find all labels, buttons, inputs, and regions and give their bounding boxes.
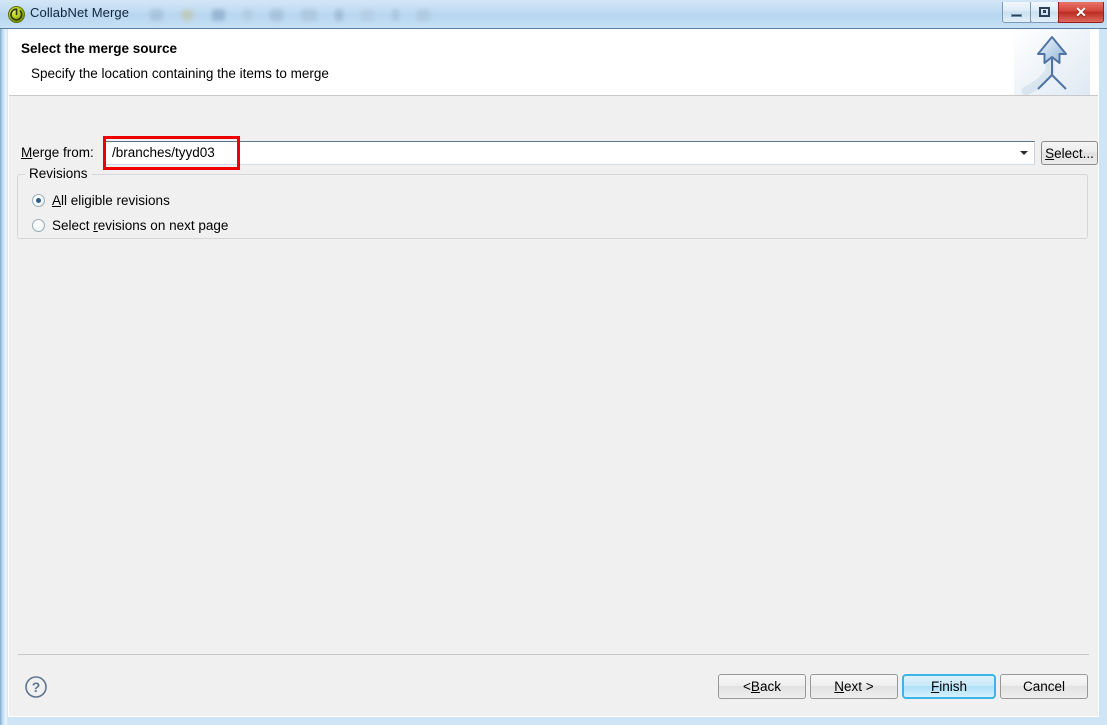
merge-from-input[interactable]: /branches/tyyd03 <box>112 145 215 160</box>
next-button[interactable]: Next > <box>810 674 898 699</box>
radio-all-eligible-revisions[interactable]: All eligible revisions <box>32 193 170 208</box>
window-controls: ✕ <box>1002 2 1104 23</box>
select-button-accel: S <box>1045 145 1055 161</box>
close-icon: ✕ <box>1075 4 1087 20</box>
merge-from-label: Merge from: <box>21 145 94 160</box>
dialog-client-area: Select the merge source Specify the loca… <box>8 29 1099 717</box>
merge-from-combobox[interactable]: /branches/tyyd03 <box>105 141 1035 165</box>
merge-from-label-rest: erge from: <box>32 145 94 160</box>
chevron-down-icon[interactable] <box>1020 151 1028 155</box>
radio-unselected-icon[interactable] <box>32 219 45 232</box>
maximize-button[interactable] <box>1030 2 1059 23</box>
collabnet-logo-icon <box>8 6 25 23</box>
glass-blur-backdrop <box>150 6 710 24</box>
window-title: CollabNet Merge <box>30 5 130 20</box>
back-button[interactable]: < Back <box>718 674 806 699</box>
radio-all-eligible-revisions-label: All eligible revisions <box>52 193 170 208</box>
title-bar[interactable]: CollabNet Merge ✕ <box>0 0 1107 29</box>
merge-from-label-accel: M <box>21 145 33 160</box>
radio-select-revisions-next-page-label: Select revisions on next page <box>52 218 229 233</box>
select-button[interactable]: Select... <box>1041 141 1098 165</box>
help-question-icon[interactable]: ? <box>24 675 48 699</box>
cancel-button[interactable]: Cancel <box>1000 674 1088 699</box>
revisions-groupbox: Revisions All eligible revisions Select … <box>17 166 1088 239</box>
select-button-label: elect... <box>1054 145 1094 161</box>
close-button[interactable]: ✕ <box>1058 2 1104 23</box>
page-description: Specify the location containing the item… <box>31 66 329 81</box>
application-window: CollabNet Merge ✕ Select the merge sourc… <box>0 0 1107 725</box>
finish-button[interactable]: Finish <box>902 674 996 699</box>
svg-text:?: ? <box>32 679 41 695</box>
dialog-button-bar: < Back Next > Finish Cancel <box>718 674 1088 699</box>
footer-separator <box>18 654 1089 655</box>
minimize-icon <box>1011 14 1022 17</box>
revisions-legend: Revisions <box>25 166 92 181</box>
page-title: Select the merge source <box>21 41 178 56</box>
minimize-button[interactable] <box>1002 2 1031 23</box>
merge-arrow-icon <box>1014 29 1090 95</box>
radio-selected-icon[interactable] <box>32 194 45 207</box>
radio-select-revisions-next-page[interactable]: Select revisions on next page <box>32 218 228 233</box>
maximize-icon <box>1039 7 1050 17</box>
wizard-header-banner: Select the merge source Specify the loca… <box>9 29 1098 96</box>
